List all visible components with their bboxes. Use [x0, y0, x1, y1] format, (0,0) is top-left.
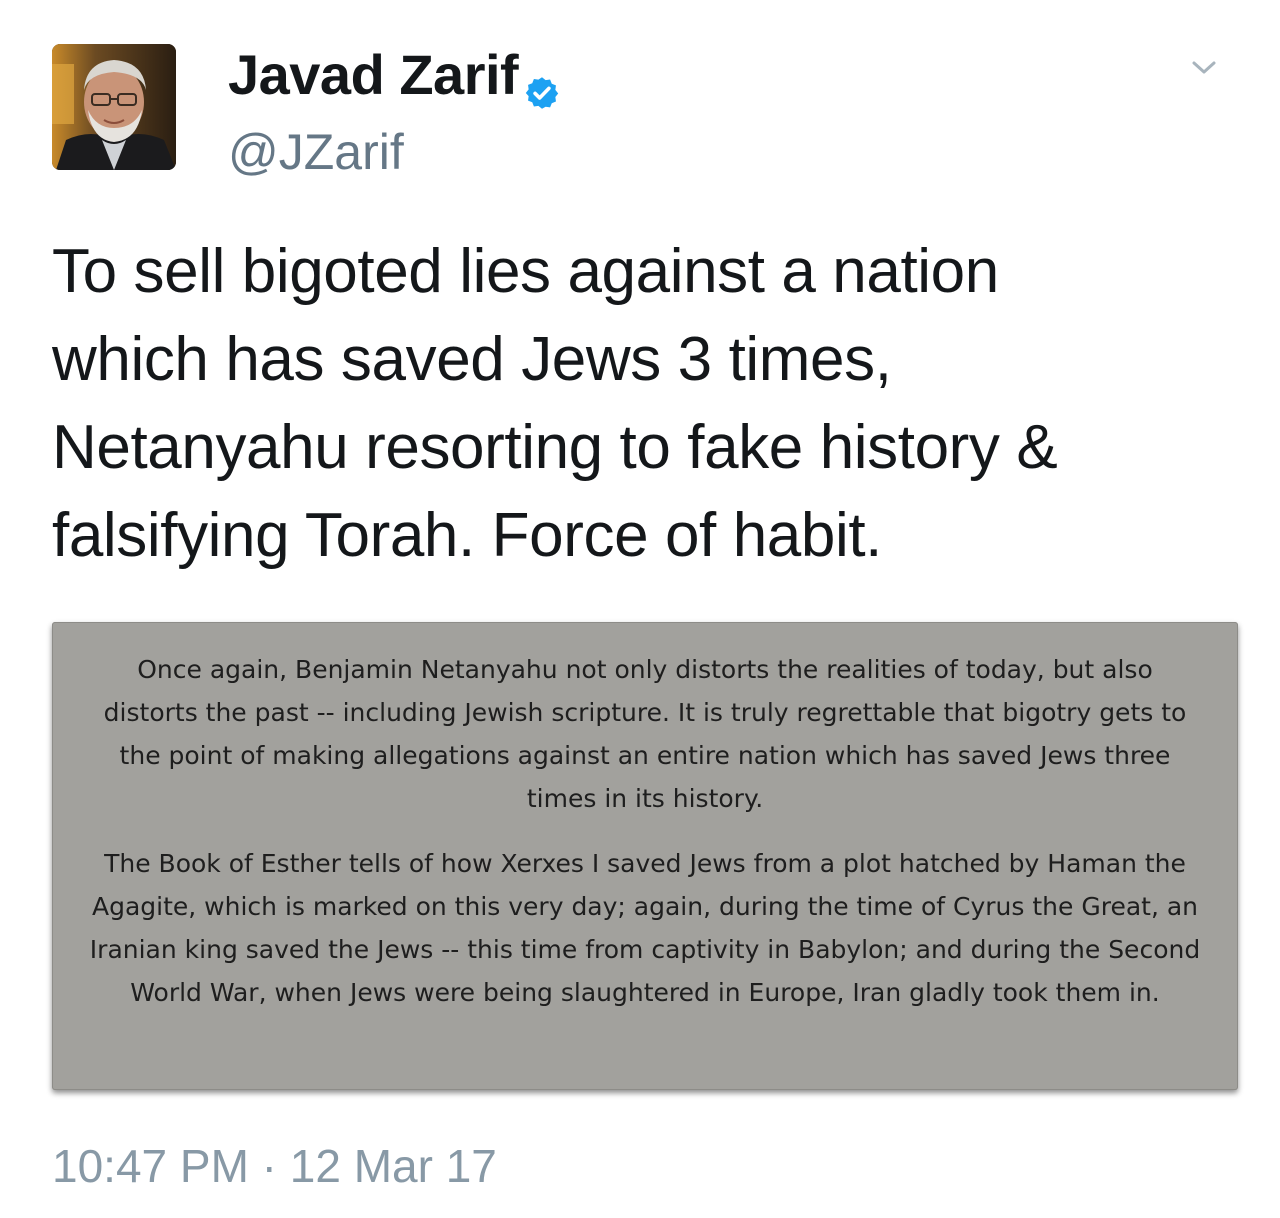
statement-line: Once again, Benjamin Netanyahu not only … — [137, 655, 1153, 684]
avatar[interactable] — [52, 44, 176, 170]
tweet-text-line: falsifying Torah. Force of habit. — [52, 501, 882, 570]
tweet-card: Javad Zarif @JZarif To sell bigoted lies… — [0, 0, 1280, 1218]
statement-line: Agagite, which is marked on this very da… — [91, 892, 1199, 921]
author-name-row[interactable]: Javad Zarif — [228, 42, 560, 109]
tweet-text-line: Netanyahu resorting to fake history & — [52, 413, 1058, 482]
profile-photo — [52, 44, 176, 170]
author-handle[interactable]: @JZarif — [228, 122, 404, 182]
tweet-text-line: To sell bigoted lies against a nation — [52, 237, 999, 306]
tweet-text: To sell bigoted lies against a nation wh… — [52, 228, 1242, 580]
statement-line: The Book of Esther tells of how Xerxes I… — [104, 849, 1186, 878]
chevron-down-icon[interactable] — [1188, 56, 1220, 80]
author-display-name[interactable]: Javad Zarif — [228, 42, 519, 108]
statement-paragraph-2: The Book of Esther tells of how Xerxes I… — [52, 842, 1238, 1014]
tweet-timestamp[interactable]: 10:47 PM · 12 Mar 17 — [52, 1138, 497, 1194]
verified-badge-icon — [524, 59, 560, 109]
tweet-text-line: which has saved Jews 3 times, — [52, 325, 892, 394]
statement-line: times in its history. — [526, 784, 764, 813]
statement-line: the point of making allegations against … — [119, 741, 1171, 770]
statement-line: World War, when Jews were being slaughte… — [130, 978, 1160, 1007]
statement-line: distorts the past -- including Jewish sc… — [103, 698, 1187, 727]
statement-line: Iranian king saved the Jews -- this time… — [89, 935, 1201, 964]
statement-paragraph-1: Once again, Benjamin Netanyahu not only … — [52, 648, 1238, 820]
attached-image[interactable]: Once again, Benjamin Netanyahu not only … — [52, 622, 1238, 1090]
